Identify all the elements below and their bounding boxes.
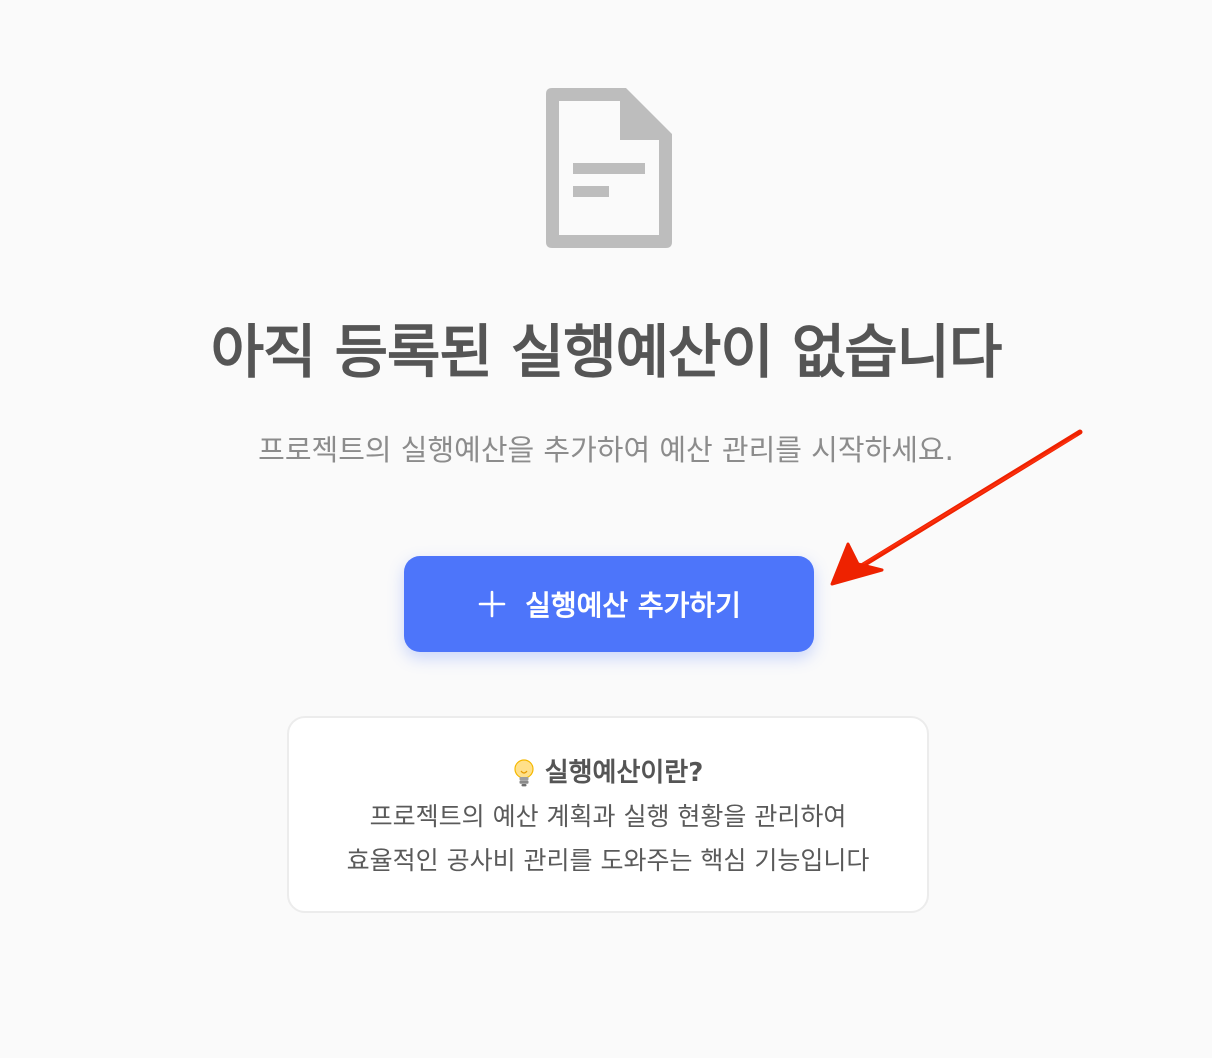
- add-budget-button-label: 실행예산 추가하기: [525, 589, 741, 622]
- empty-state-title: 아직 등록된 실행예산이 없습니다: [210, 318, 1003, 386]
- plus-icon: [478, 590, 506, 618]
- info-card-description-line-1: 프로젝트의 예산 계획과 실행 현황을 관리하여: [369, 802, 847, 831]
- lightbulb-icon: [514, 759, 534, 787]
- info-card-title: 실행예산이란?: [544, 758, 704, 788]
- info-card-description-line-2: 효율적인 공사비 관리를 도와주는 핵심 기능입니다: [346, 846, 870, 875]
- info-card: 실행예산이란? 프로젝트의 예산 계획과 실행 현황을 관리하여 효율적인 공사…: [287, 716, 929, 913]
- info-card-heading: 실행예산이란?: [289, 754, 927, 792]
- add-budget-button[interactable]: 실행예산 추가하기: [404, 556, 814, 652]
- arrow-icon: [830, 429, 1083, 586]
- document-icon: [546, 88, 672, 248]
